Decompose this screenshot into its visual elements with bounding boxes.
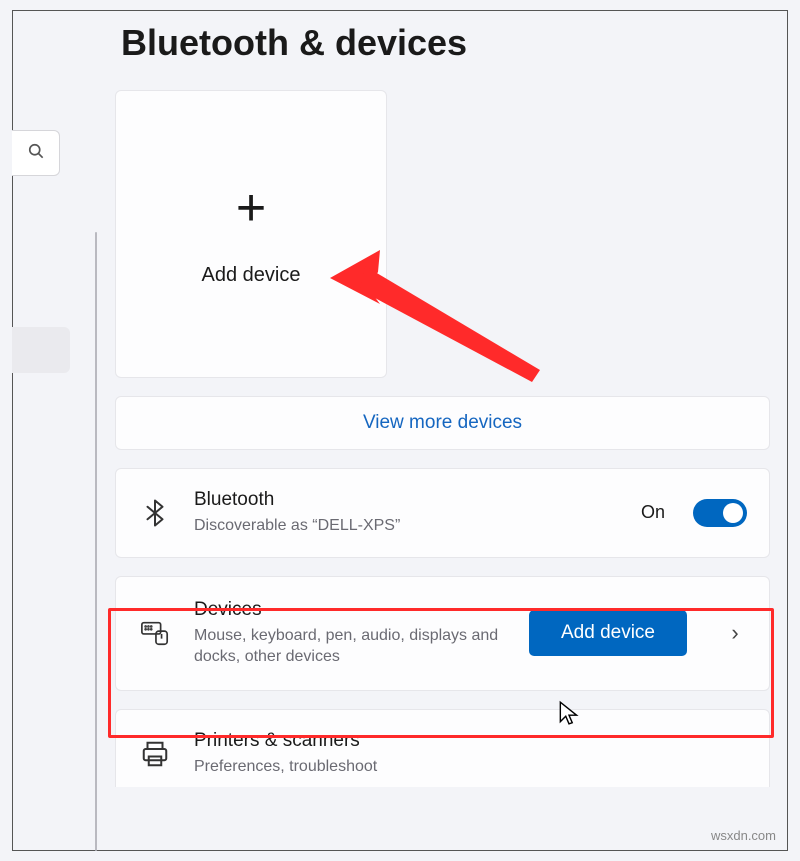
sidebar-divider [95, 232, 97, 851]
search-icon [26, 141, 46, 166]
add-device-tile[interactable]: + Add device [115, 90, 387, 378]
devices-title: Devices [194, 599, 507, 621]
view-more-label: View more devices [363, 412, 522, 434]
devices-icon [138, 618, 172, 648]
printers-row[interactable]: Printers & scanners Preferences, trouble… [115, 709, 770, 788]
add-device-button-label: Add device [561, 622, 655, 643]
add-device-tile-label: Add device [202, 264, 301, 287]
devices-subtitle: Mouse, keyboard, pen, audio, displays an… [194, 625, 504, 668]
bluetooth-toggle[interactable] [693, 499, 747, 527]
bluetooth-state-label: On [641, 502, 665, 523]
sidebar-selected-item[interactable] [12, 327, 70, 373]
printers-subtitle: Preferences, troubleshoot [194, 756, 504, 778]
plus-icon: + [236, 182, 266, 234]
search-input[interactable] [12, 130, 60, 176]
bluetooth-title: Bluetooth [194, 489, 619, 511]
add-device-button[interactable]: Add device [529, 610, 687, 656]
watermark: wsxdn.com [711, 828, 776, 843]
chevron-right-icon[interactable]: › [723, 620, 747, 646]
devices-row[interactable]: Devices Mouse, keyboard, pen, audio, dis… [115, 576, 770, 691]
bluetooth-row: Bluetooth Discoverable as “DELL-XPS” On [115, 468, 770, 558]
bluetooth-icon [138, 498, 172, 528]
view-more-devices-link[interactable]: View more devices [115, 396, 770, 450]
printers-title: Printers & scanners [194, 730, 747, 752]
page-title: Bluetooth & devices [121, 22, 770, 64]
printer-icon [138, 739, 172, 769]
bluetooth-subtitle: Discoverable as “DELL-XPS” [194, 515, 504, 537]
